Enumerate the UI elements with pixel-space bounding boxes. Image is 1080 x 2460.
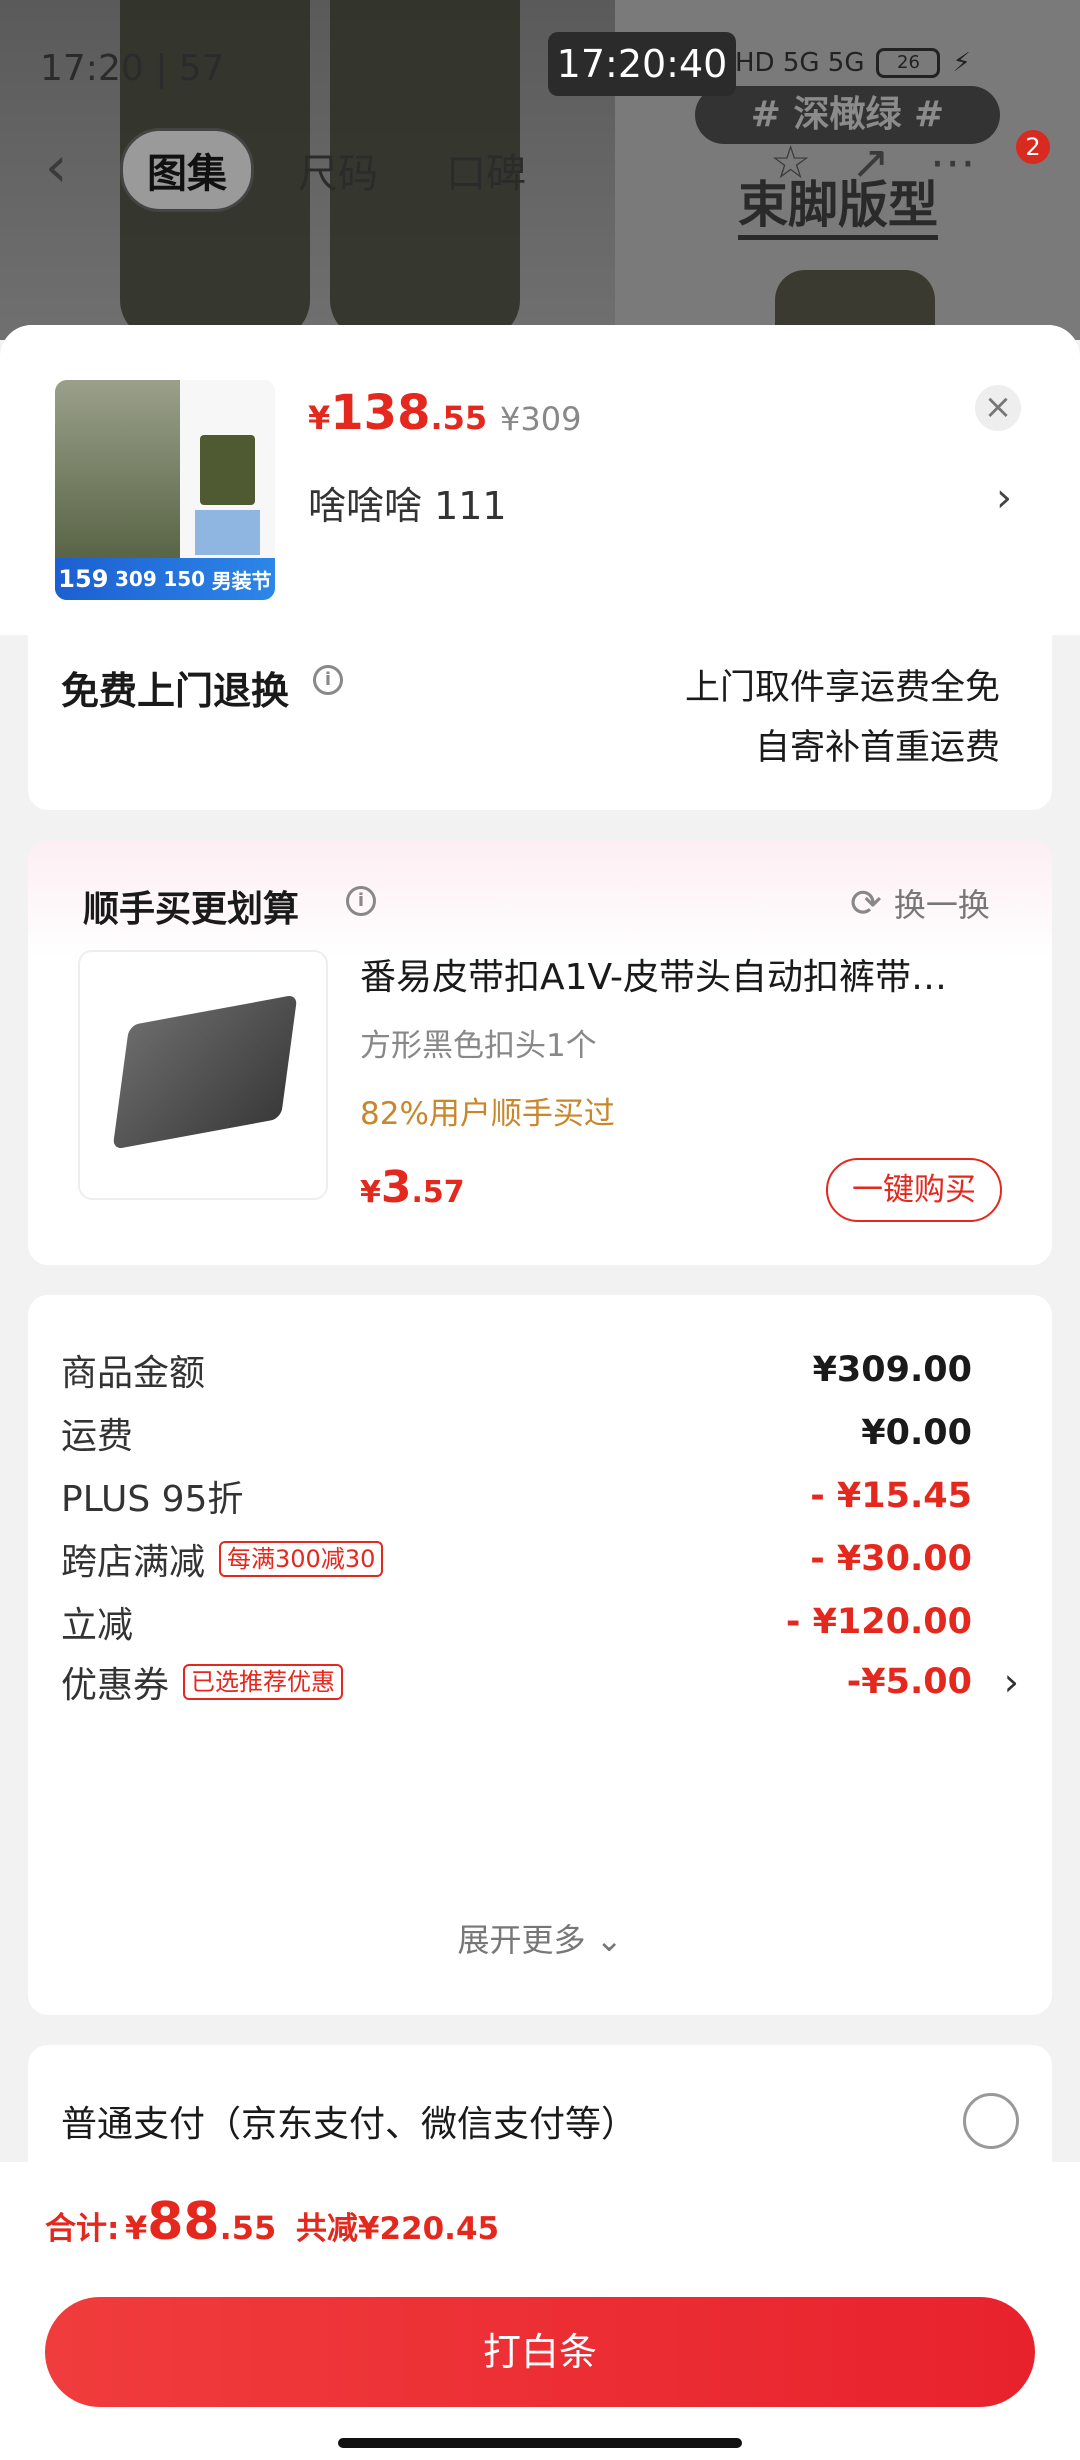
row-label-text: 跨店满减 [61,1542,206,1583]
more-icon[interactable]: ⋯ [930,135,976,189]
order-total: 合计: ¥88.55 共减¥220.45 [45,2192,499,2252]
back-icon[interactable]: ‹ [45,138,95,198]
total-currency: ¥ [124,2209,148,2247]
expand-more-label: 展开更多 [457,1921,586,1959]
info-icon[interactable]: i [313,665,343,695]
selected-variant[interactable]: 啥啥啥 111 [308,475,507,530]
notification-badge: 2 [1016,130,1050,164]
price-currency: ¥ [308,399,331,437]
pay-button[interactable]: 打白条 [45,2297,1035,2407]
status-bar-right: HD 5G 5G 26 ⚡ [735,48,971,78]
recommended-product-spec: 方形黑色扣头1个 [360,1028,597,1064]
recommended-buy-rate: 82%用户顺手买过 [360,1096,615,1132]
row-value: ¥309.00 [812,1350,972,1390]
recommended-product-image[interactable] [78,950,328,1200]
one-click-buy-button[interactable]: 一键购买 [826,1158,1002,1222]
return-policy-title: 免费上门退换 [61,669,290,713]
coupon-tag: 已选推荐优惠 [183,1664,344,1700]
return-line-2: 自寄补首重运费 [754,728,1000,768]
tab-size[interactable]: 尺码 [274,131,402,209]
recommendation-title: 顺手买更划算 [83,889,300,930]
price-row-cross-store: 跨店满减 每满300减30 - ¥30.00 [61,1529,1019,1589]
chevron-right-icon[interactable]: › [1004,1660,1019,1704]
expand-more-button[interactable]: 展开更多 ⌄ [28,1915,1052,1961]
nav-icons: ☆ ↗ ⋯ [770,135,976,189]
total-saved: 共减¥220.45 [295,2211,500,2247]
row-label: 跨店满减 每满300减30 [61,1533,384,1585]
total-decimal: .55 [219,2209,277,2247]
charging-icon: ⚡ [952,48,971,78]
checkout-sheet: 159 309 150 男装节 ¥138.55 ¥309 × 啥啥啥 111 ›… [0,325,1080,2460]
row-value: - ¥120.00 [785,1602,972,1642]
price-breakdown-card: 商品金额 ¥309.00 运费 ¥0.00 PLUS 95折 - ¥15.45 … [28,1295,1052,2015]
chevron-down-icon: ⌄ [595,1921,623,1959]
recommended-product-price: ¥3.57 [360,1162,465,1213]
total-integer: 88 [147,2192,220,2252]
total-label: 合计: [45,2211,120,2247]
price-row-plus-discount: PLUS 95折 - ¥15.45 [61,1466,1019,1526]
thumbnail-price: 159 [58,565,109,593]
tab-reviews[interactable]: 口碑 [422,131,550,209]
thumbnail-swatch [195,510,260,555]
return-policy-card: 免费上门退换 i 上门取件享运费全免 自寄补首重运费 [28,630,1052,810]
price-row-instant-discount: 立减 - ¥120.00 [61,1592,1019,1652]
favorite-icon[interactable]: ☆ [770,135,811,189]
share-icon[interactable]: ↗ [851,135,890,189]
row-label-text: 优惠券 [61,1665,170,1706]
row-label: 立减 [61,1605,134,1646]
rec-price-decimal: .57 [411,1175,465,1210]
return-policy-details: 上门取件享运费全免 自寄补首重运费 [685,658,1000,778]
tab-gallery[interactable]: 图集 [120,128,254,212]
product-price: ¥138.55 [308,385,487,441]
price-integer: 138 [330,385,431,441]
price-row-coupon[interactable]: 优惠券 已选推荐优惠 -¥5.00 › [61,1652,1019,1712]
row-label: PLUS 95折 [61,1479,244,1520]
recommendation-card: 顺手买更划算 i ⟳ 换一换 番易皮带扣A1V-皮带头自动扣裤带… 方形黑色扣头… [28,840,1052,1265]
thumbnail-right: 150 [163,567,206,591]
return-line-1: 上门取件享运费全免 [684,668,1000,708]
refresh-icon: ⟳ [850,881,882,925]
swap-button[interactable]: ⟳ 换一换 [850,880,990,926]
status-time: 17:20:40 [548,32,736,96]
payment-method-label: 普通支付（京东支付、微信支付等） [61,2104,638,2145]
row-label: 运费 [61,1416,134,1457]
thumbnail-tag: 男装节 [211,568,272,593]
product-thumbnail[interactable]: 159 309 150 男装节 [55,380,275,600]
rec-price-currency: ¥ [360,1175,381,1210]
thumbnail-price-bar: 159 309 150 男装节 [55,558,275,600]
home-indicator[interactable] [338,2438,742,2448]
price-decimal: .55 [430,399,488,437]
checkout-bottom-bar: 合计: ¥88.55 共减¥220.45 打白条 [0,2162,1080,2460]
thumbnail-mid: 309 [115,567,157,591]
chevron-right-icon[interactable]: › [996,475,1012,521]
network-indicator: HD 5G 5G [735,48,865,78]
row-value: -¥5.00 [846,1662,972,1702]
row-value: - ¥30.00 [810,1539,972,1579]
recommended-product-name[interactable]: 番易皮带扣A1V-皮带头自动扣裤带… [360,948,1000,1000]
row-value: ¥0.00 [861,1413,972,1453]
status-bar-left: 17:20 | 57 [40,48,225,89]
background-product-page: # 深橄绿 # 束脚版型 17:20 | 57 17:20:40 HD 5G 5… [0,0,1080,340]
close-icon[interactable]: × [975,385,1021,431]
product-summary: 159 309 150 男装节 ¥138.55 ¥309 × 啥啥啥 111 › [0,325,1080,635]
rec-price-integer: 3 [380,1162,412,1213]
original-price: ¥309 [500,400,582,438]
payment-radio[interactable] [963,2093,1019,2149]
row-label: 优惠券 已选推荐优惠 [61,1656,344,1708]
thumbnail-pants [200,435,255,505]
row-label: 商品金额 [61,1353,206,1394]
info-icon[interactable]: i [346,886,376,916]
swap-label: 换一换 [893,886,990,924]
price-row-subtotal: 商品金额 ¥309.00 [61,1340,1019,1400]
promo-tag: 每满300减30 [219,1541,384,1577]
price-row-shipping: 运费 ¥0.00 [61,1403,1019,1463]
battery-icon: 26 [876,48,941,78]
row-value: - ¥15.45 [810,1476,972,1516]
belt-buckle-image [112,994,298,1150]
nav-tabs: 图集 尺码 口碑 [120,128,550,212]
